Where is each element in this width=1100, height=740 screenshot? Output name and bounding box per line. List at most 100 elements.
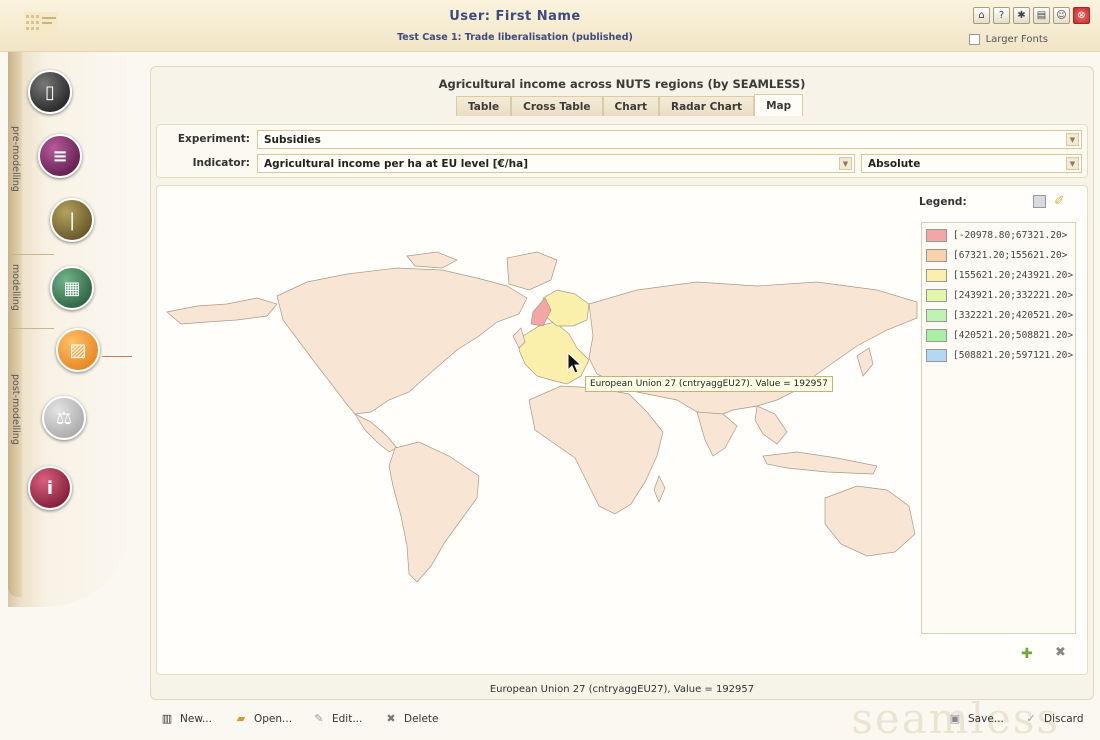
save-label: Save... — [968, 712, 1004, 725]
larger-fonts-label: Larger Fonts — [985, 34, 1048, 45]
japan-region — [856, 347, 874, 377]
legend-list: [-20978.80;67321.20> [67321.20;155621.20… — [921, 222, 1076, 634]
legend-item[interactable]: [332221.20;420521.20> — [926, 307, 1075, 323]
active-step-indicator — [102, 356, 132, 357]
main-panel: Agricultural income across NUTS regions … — [150, 66, 1094, 700]
help-icon[interactable]: ? — [993, 7, 1010, 24]
new-label: New... — [180, 712, 212, 725]
larger-fonts-checkbox[interactable] — [968, 34, 980, 45]
delete-button[interactable]: ✖ Delete — [384, 712, 439, 725]
save-button[interactable]: ▣ Save... — [948, 712, 1004, 725]
users-icon[interactable]: ☺ — [1053, 7, 1070, 24]
map-area[interactable]: European Union 27 (cntryaggEU27). Value … — [156, 185, 1088, 675]
legend-label: [420521.20;508821.20> — [953, 329, 1074, 341]
indicator-select[interactable]: Agricultural income per ha at EU level [… — [257, 154, 855, 173]
discard-icon: ✓ — [1026, 712, 1036, 725]
test-case-title: Test Case 1: Trade liberalisation (publi… — [397, 32, 633, 43]
india-region — [696, 411, 738, 457]
legend-title: Legend: — [919, 196, 967, 208]
home-icon[interactable]: ⌂ — [973, 7, 990, 24]
scales-icon[interactable]: ⚖ — [42, 396, 86, 440]
thermometer-icon[interactable]: ❘ — [50, 198, 94, 242]
indicator-value: Agricultural income per ha at EU level [… — [264, 157, 529, 170]
calculator-icon[interactable]: ▦ — [50, 266, 94, 310]
greenland-region — [506, 251, 558, 291]
madagascar-region — [653, 475, 666, 503]
alaska-region — [166, 297, 278, 325]
legend-label: [-20978.80;67321.20> — [953, 229, 1068, 241]
new-icon: ▥ — [161, 712, 173, 725]
north-america-region — [276, 267, 528, 415]
legend-label: [508821.20;597121.20> — [953, 349, 1074, 361]
books-icon[interactable]: ≡ — [38, 134, 82, 178]
section-post-modelling[interactable]: post-modelling — [10, 374, 21, 445]
section-pre-modelling[interactable]: pre-modelling — [10, 126, 21, 192]
edit-label: Edit... — [332, 712, 363, 725]
legend-swatch — [926, 248, 947, 262]
folder-icon: ▰ — [236, 712, 246, 725]
edit-icon[interactable]: ✐ — [1054, 194, 1065, 209]
view-tabs: Table Cross Table Chart Radar Chart Map — [456, 94, 804, 116]
save-icon: ▣ — [949, 712, 961, 725]
southeast-asia-region — [754, 405, 788, 445]
delete-label: Delete — [404, 712, 439, 725]
legend-item[interactable]: [508821.20;597121.20> — [926, 347, 1075, 363]
experiment-select[interactable]: Subsidies ▼ — [257, 130, 1082, 149]
mode-value: Absolute — [868, 157, 921, 170]
tab-cross-table[interactable]: Cross Table — [511, 96, 603, 116]
legend-swatch — [926, 228, 947, 242]
save-icon[interactable] — [1033, 195, 1046, 208]
new-button[interactable]: ▥ New... — [160, 712, 212, 725]
arctic-islands — [406, 251, 458, 269]
chevron-down-icon[interactable]: ▼ — [1066, 133, 1079, 146]
book-icon[interactable]: ▤ — [1033, 7, 1050, 24]
legend-item[interactable]: [-20978.80;67321.20> — [926, 227, 1075, 243]
app-header: User: First Name Test Case 1: Trade libe… — [0, 0, 1100, 52]
tab-map[interactable]: Map — [754, 94, 804, 116]
chart-icon[interactable]: ▨ — [56, 328, 100, 372]
pencil-icon: ✎ — [314, 712, 324, 725]
open-button[interactable]: ▰ Open... — [234, 712, 292, 725]
legend-label: [243921.20;332221.20> — [953, 289, 1074, 301]
legend-item[interactable]: [155621.20;243921.20> — [926, 267, 1075, 283]
mode-select[interactable]: Absolute ▼ — [861, 154, 1082, 173]
clipboard-icon[interactable]: ▯ — [28, 70, 72, 114]
legend-swatch — [926, 268, 947, 282]
indonesia-region — [762, 451, 878, 475]
larger-fonts-toggle[interactable]: Larger Fonts — [968, 34, 1048, 45]
settings-icon[interactable]: ✱ — [1013, 7, 1030, 24]
tab-radar-chart[interactable]: Radar Chart — [659, 96, 755, 116]
tab-chart[interactable]: Chart — [602, 96, 659, 116]
close-icon[interactable]: ⊗ — [1073, 7, 1090, 24]
legend-item[interactable]: [420521.20;508821.20> — [926, 327, 1075, 343]
experiment-value: Subsidies — [264, 133, 321, 146]
panel-title: Agricultural income across NUTS regions … — [438, 77, 806, 91]
chevron-down-icon[interactable]: ▼ — [839, 157, 852, 170]
legend-label: [332221.20;420521.20> — [953, 309, 1074, 321]
legend-item[interactable]: [243921.20;332221.20> — [926, 287, 1075, 303]
legend-swatch — [926, 348, 947, 362]
open-label: Open... — [254, 712, 293, 725]
indicator-controls: Experiment: Subsidies ▼ Indicator: Agric… — [156, 124, 1088, 178]
edit-button[interactable]: ✎ Edit... — [312, 712, 362, 725]
top-toolbar: ⌂ ? ✱ ▤ ☺ ⊗ — [973, 7, 1090, 24]
legend-swatch — [926, 308, 947, 322]
indicator-label: Indicator: — [192, 157, 250, 169]
add-icon[interactable]: ✚ — [1021, 646, 1033, 662]
section-divider — [10, 254, 54, 255]
legend-label: [67321.20;155621.20> — [953, 249, 1068, 261]
discard-label: Discard — [1044, 712, 1084, 725]
legend-item[interactable]: [67321.20;155621.20> — [926, 247, 1075, 263]
delete-icon: ✖ — [386, 712, 396, 725]
australia-region — [824, 485, 916, 557]
bottom-toolbar: seamless ▥ New... ▰ Open... ✎ Edit... ✖ … — [150, 694, 1094, 740]
africa-region — [528, 385, 664, 515]
map-tooltip: European Union 27 (cntryaggEU27). Value … — [585, 376, 833, 392]
section-modelling[interactable]: modelling — [10, 264, 21, 311]
remove-icon[interactable]: ✖ — [1055, 645, 1066, 660]
legend-swatch — [926, 288, 947, 302]
info-icon[interactable]: i — [28, 466, 72, 510]
discard-button[interactable]: ✓ Discard — [1024, 712, 1083, 725]
tab-table[interactable]: Table — [456, 96, 512, 116]
chevron-down-icon[interactable]: ▼ — [1066, 157, 1079, 170]
